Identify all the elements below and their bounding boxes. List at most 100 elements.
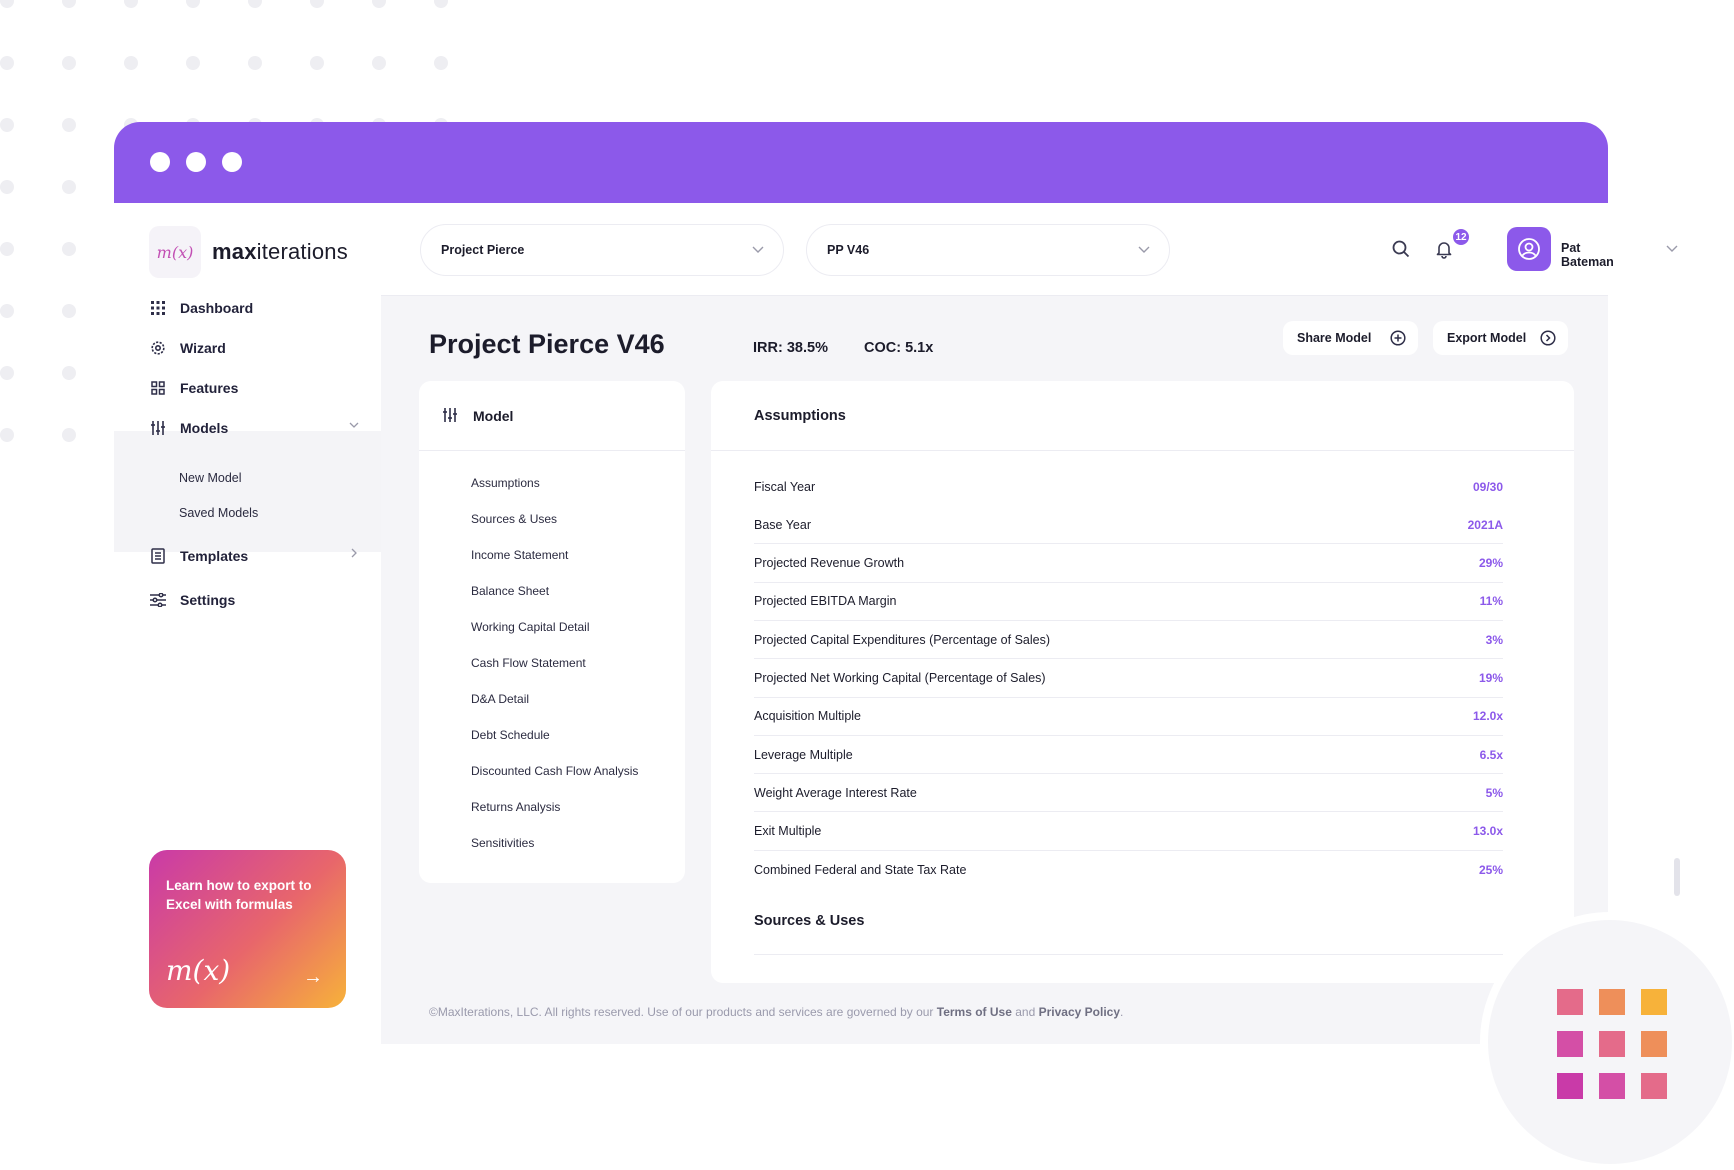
- sidebar: m(x) maxiterations Dashboard Wizard Feat…: [114, 203, 381, 1044]
- background-dot: [62, 56, 76, 70]
- background-dot: [0, 304, 14, 318]
- assumption-value[interactable]: 11%: [1480, 594, 1503, 608]
- sidebar-item-models[interactable]: Models: [150, 418, 359, 438]
- background-dot: [248, 56, 262, 70]
- model-link[interactable]: Debt Schedule: [471, 728, 550, 742]
- assumption-label: Projected Capital Expenditures (Percenta…: [754, 632, 1050, 647]
- gear-icon: [150, 340, 166, 356]
- assumption-label: Fiscal Year: [754, 480, 816, 494]
- model-link[interactable]: Sources & Uses: [471, 512, 557, 526]
- model-link[interactable]: Sensitivities: [471, 836, 534, 850]
- assumption-value[interactable]: 6.5x: [1480, 748, 1503, 762]
- table-row: Fiscal Year 09/30: [754, 468, 1503, 506]
- assumption-value[interactable]: 25%: [1479, 863, 1503, 877]
- settings-sliders-icon: [150, 592, 166, 608]
- background-dot: [0, 428, 14, 442]
- window-maximize-dot[interactable]: [222, 152, 242, 172]
- scrollbar[interactable]: [1674, 858, 1680, 896]
- logo-mark-icon: m(x): [149, 226, 201, 278]
- search-icon[interactable]: [1391, 239, 1413, 261]
- assumption-value[interactable]: 13.0x: [1473, 824, 1503, 838]
- export-model-label: Export Model: [1447, 331, 1527, 345]
- window-titlebar: [114, 122, 1608, 203]
- background-dot: [0, 180, 14, 194]
- background-dot: [310, 0, 324, 8]
- sidebar-subitem-saved-models[interactable]: Saved Models: [179, 506, 258, 520]
- background-dot: [62, 366, 76, 380]
- assumption-value[interactable]: 3%: [1486, 633, 1503, 647]
- grid-square-icon: [1599, 1073, 1625, 1099]
- sidebar-item-features[interactable]: Features: [150, 378, 238, 398]
- background-dot: [434, 56, 448, 70]
- main-content: Project Pierce PP V46 12 Pat Bateman Pro…: [381, 203, 1680, 1044]
- models-section-bg: [114, 431, 381, 552]
- model-link[interactable]: Balance Sheet: [471, 584, 549, 598]
- export-model-button[interactable]: Export Model: [1433, 321, 1568, 355]
- model-card-header: Model: [419, 381, 685, 451]
- assumption-value[interactable]: 09/30: [1473, 480, 1503, 494]
- window-close-dot[interactable]: [150, 152, 170, 172]
- page-title: Project Pierce V46: [429, 329, 665, 359]
- privacy-link[interactable]: Privacy Policy: [1039, 1005, 1120, 1019]
- assumption-value[interactable]: 2021A: [1468, 518, 1503, 532]
- grid-square-icon: [1599, 1031, 1625, 1057]
- window-minimize-dot[interactable]: [186, 152, 206, 172]
- share-model-label: Share Model: [1297, 331, 1372, 345]
- sidebar-item-label: Features: [180, 380, 239, 396]
- version-select[interactable]: PP V46: [806, 224, 1170, 276]
- table-row: Base Year 2021A: [754, 506, 1503, 545]
- table-row: Exit Multiple 13.0x: [754, 813, 1503, 851]
- arrow-right-icon[interactable]: →: [303, 966, 323, 989]
- grid-square-icon: [1599, 989, 1625, 1015]
- irr-metric: IRR: 38.5%: [753, 340, 828, 356]
- sidebar-item-label: Models: [180, 420, 229, 436]
- model-link[interactable]: Cash Flow Statement: [471, 656, 586, 670]
- footer-text: ©MaxIterations, LLC. All rights reserved…: [429, 1005, 934, 1019]
- assumption-label: Acquisition Multiple: [754, 709, 861, 724]
- assumption-value[interactable]: 12.0x: [1473, 709, 1503, 723]
- model-link[interactable]: Discounted Cash Flow Analysis: [471, 764, 638, 778]
- model-link[interactable]: Working Capital Detail: [471, 620, 590, 634]
- brand-name: maxiterations: [212, 239, 348, 264]
- background-dot: [62, 242, 76, 256]
- background-dot: [62, 0, 76, 8]
- chevron-down-icon: [751, 242, 765, 256]
- model-link[interactable]: Assumptions: [471, 476, 540, 490]
- chevron-right-icon[interactable]: [349, 548, 359, 561]
- document-icon: [150, 548, 166, 564]
- app-grid-decoration: [1488, 920, 1732, 1164]
- model-link[interactable]: Returns Analysis: [471, 800, 560, 814]
- user-name[interactable]: Pat Bateman: [1561, 241, 1614, 269]
- chevron-down-icon[interactable]: [349, 420, 359, 433]
- brand-logo[interactable]: m(x) maxiterations: [149, 226, 348, 278]
- assumption-value[interactable]: 29%: [1479, 556, 1503, 570]
- assumption-value[interactable]: 19%: [1479, 671, 1503, 685]
- background-dot: [62, 118, 76, 132]
- model-link[interactable]: Income Statement: [471, 548, 568, 562]
- model-link[interactable]: D&A Detail: [471, 692, 529, 706]
- assumption-value[interactable]: 5%: [1486, 786, 1503, 800]
- background-dot: [434, 0, 448, 8]
- plus-circle-icon: [1390, 330, 1406, 346]
- grid-square-icon: [1557, 1031, 1583, 1057]
- avatar[interactable]: [1507, 227, 1551, 271]
- share-model-button[interactable]: Share Model: [1283, 321, 1418, 355]
- background-dot: [310, 56, 324, 70]
- sidebar-item-settings[interactable]: Settings: [150, 590, 235, 610]
- background-dot: [186, 56, 200, 70]
- sidebar-item-wizard[interactable]: Wizard: [150, 338, 226, 358]
- model-nav-card: Model Assumptions Sources & Uses Income St…: [419, 381, 685, 883]
- table-row: Combined Federal and State Tax Rate 25%: [754, 851, 1503, 889]
- project-select[interactable]: Project Pierce: [420, 224, 784, 276]
- grid-square-icon: [1557, 989, 1583, 1015]
- export-promo-card[interactable]: Learn how to export to Excel with formul…: [149, 850, 346, 1008]
- sidebar-item-templates[interactable]: Templates: [150, 546, 357, 566]
- coc-value: 5.1x: [905, 340, 934, 356]
- project-select-value: Project Pierce: [441, 243, 525, 257]
- chevron-down-icon[interactable]: [1665, 241, 1679, 255]
- version-select-value: PP V46: [827, 243, 870, 257]
- divider: [754, 954, 1503, 955]
- sidebar-item-dashboard[interactable]: Dashboard: [150, 298, 253, 318]
- terms-link[interactable]: Terms of Use: [937, 1005, 1012, 1019]
- sidebar-subitem-new-model[interactable]: New Model: [179, 471, 242, 485]
